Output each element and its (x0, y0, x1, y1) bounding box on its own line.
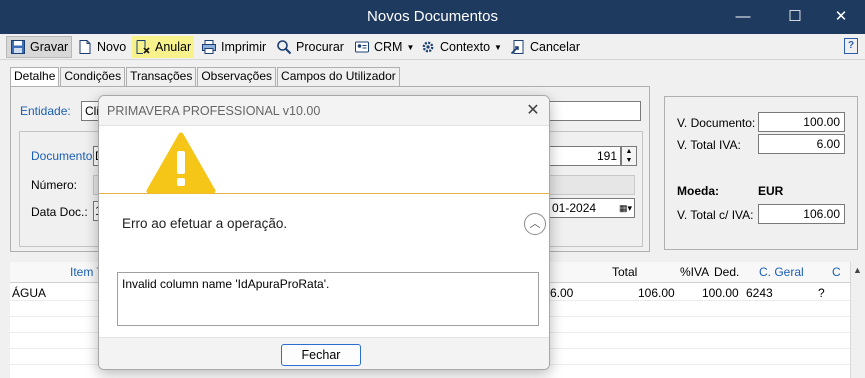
tab-observacoes[interactable]: Observações (197, 67, 277, 86)
printer-icon (201, 39, 217, 55)
cell-c[interactable]: ? (818, 286, 825, 300)
cancelar-button[interactable]: Cancelar (507, 36, 583, 58)
cell-total[interactable]: 106.00 (638, 286, 675, 300)
calendar-dropdown-icon[interactable]: ▦▾ (619, 199, 632, 217)
warning-icon (146, 132, 216, 197)
fechar-button[interactable]: Fechar (281, 344, 361, 366)
document-tabs: Detalhe Condições Transações Observações… (10, 67, 401, 87)
gear-icon (420, 39, 436, 55)
procurar-label: Procurar (296, 40, 344, 54)
v-total-iva-label: V. Total IVA: (677, 138, 741, 152)
minimize-button[interactable]: — (720, 4, 766, 30)
column-iva[interactable]: %IVA (680, 265, 709, 279)
crm-label: CRM (374, 40, 403, 54)
new-document-icon (77, 39, 93, 55)
dialog-title: PRIMAVERA PROFESSIONAL v10.00 (107, 104, 321, 118)
error-message: Erro ao efetuar a operação. (122, 216, 288, 231)
dialog-warning-area (99, 126, 549, 194)
procurar-button[interactable]: Procurar (273, 36, 347, 58)
chevron-down-icon: ▼ (406, 42, 415, 52)
toolbar: Gravar Novo Anular Imprimir Procurar CRM… (0, 34, 865, 60)
chevron-down-icon: ▼ (494, 42, 502, 52)
tab-detalhe[interactable]: Detalhe (10, 67, 60, 87)
gravar-label: Gravar (30, 40, 69, 54)
data-doc-field[interactable]: 01-2024 ▦▾ (548, 198, 635, 218)
close-document-icon (510, 39, 526, 55)
column-ded[interactable]: Ded. (714, 265, 739, 279)
tab-campos-utilizador[interactable]: Campos do Utilizador (277, 67, 400, 86)
v-total-iva-field: 6.00 (758, 134, 845, 154)
novo-button[interactable]: Novo (74, 36, 129, 58)
anular-button[interactable]: Anular (132, 36, 195, 58)
anular-label: Anular (155, 40, 192, 54)
contexto-menu-button[interactable]: Contexto ▼ (417, 36, 505, 58)
documento-label[interactable]: Documento: (31, 149, 96, 163)
window-titlebar: Novos Documentos — ☐ ✕ (0, 0, 865, 34)
scroll-up-icon[interactable]: ▲ (853, 265, 862, 275)
v-documento-label: V. Documento: (677, 116, 756, 130)
save-icon (10, 39, 26, 55)
maximize-button[interactable]: ☐ (772, 4, 818, 30)
imprimir-label: Imprimir (221, 40, 267, 54)
error-detail-textbox[interactable]: Invalid column name 'IdApuraProRata'. (117, 272, 539, 326)
cell-iva[interactable]: 100.00 (702, 286, 739, 300)
expand-details-button[interactable]: ︿ (524, 213, 546, 235)
column-total[interactable]: Total (612, 265, 637, 279)
dialog-footer: Fechar (99, 337, 549, 369)
imprimir-button[interactable]: Imprimir (198, 36, 269, 58)
dialog-titlebar: PRIMAVERA PROFESSIONAL v10.00 ✕ (99, 96, 549, 126)
numero-spinner[interactable]: ▲ ▼ (621, 146, 637, 166)
novo-label: Novo (97, 40, 127, 54)
dialog-close-button[interactable]: ✕ (523, 101, 543, 121)
help-button[interactable]: ? (844, 38, 858, 54)
cell-partial[interactable]: 6.00 (550, 286, 573, 300)
contexto-label: Contexto (440, 40, 491, 54)
error-dialog: PRIMAVERA PROFESSIONAL v10.00 ✕ Erro ao … (98, 95, 550, 370)
cancel-document-icon (135, 39, 151, 55)
v-total-civa-field: 106.00 (758, 204, 845, 224)
numero-label: Número: (31, 178, 78, 192)
tab-condicoes[interactable]: Condições (60, 67, 126, 86)
numero-documento-field[interactable]: 191 (548, 146, 621, 166)
crm-icon (354, 39, 370, 55)
v-documento-field: 100.00 (758, 112, 845, 132)
data-doc-value: 01-2024 (552, 201, 597, 215)
entidade-label[interactable]: Entidade: (20, 104, 71, 118)
crm-menu-button[interactable]: CRM ▼ (351, 36, 417, 58)
totals-panel: V. Documento: 100.00 V. Total IVA: 6.00 … (664, 96, 858, 250)
search-icon (276, 39, 292, 55)
v-total-civa-label: V. Total c/ IVA: (677, 208, 754, 222)
cancelar-label: Cancelar (530, 40, 581, 54)
close-button[interactable]: ✕ (818, 4, 864, 30)
column-cgeral[interactable]: C. Geral (759, 265, 804, 279)
cell-item[interactable]: ÁGUA (12, 286, 46, 300)
gravar-button[interactable]: Gravar (6, 36, 73, 58)
moeda-value: EUR (758, 184, 784, 198)
grid-vertical-scrollbar[interactable]: ▲ (850, 262, 865, 378)
tab-transacoes[interactable]: Transações (126, 67, 197, 86)
column-c[interactable]: C (832, 265, 841, 279)
cell-cgeral[interactable]: 6243 (746, 286, 773, 300)
data-doc-label: Data Doc.: (31, 205, 88, 219)
moeda-label: Moeda: (677, 184, 719, 198)
